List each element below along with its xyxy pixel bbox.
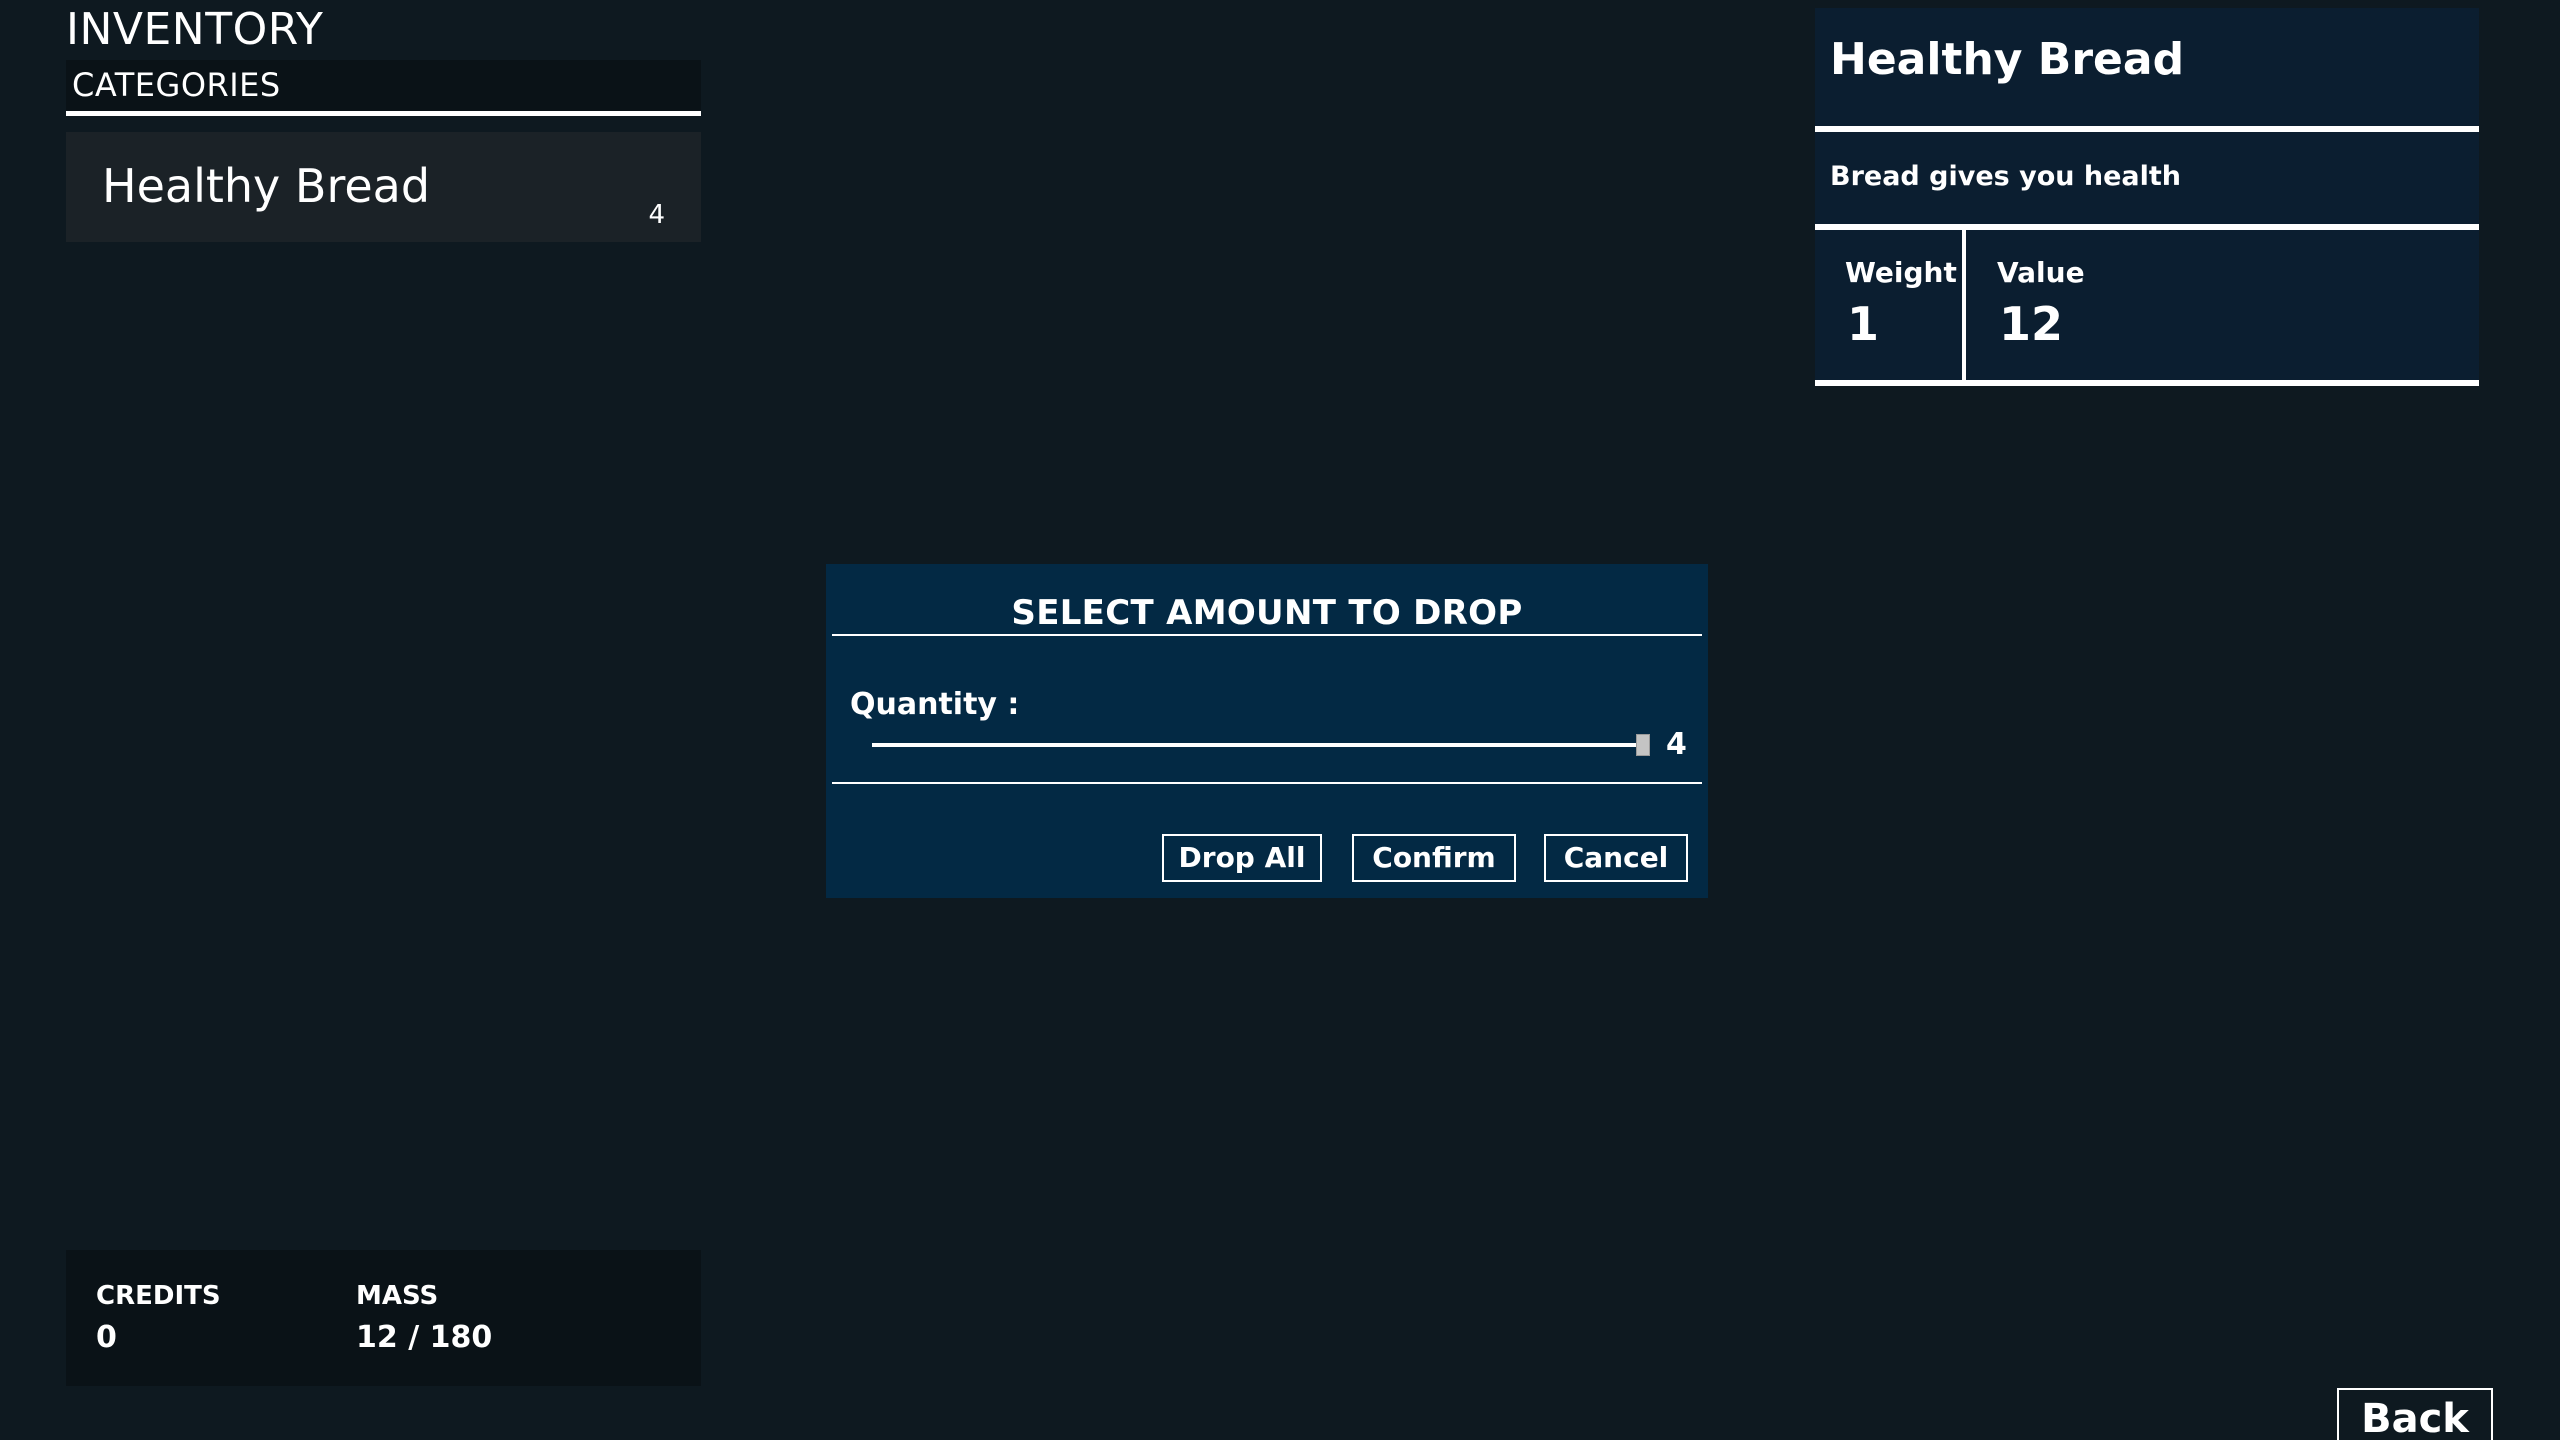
mass-label: MASS bbox=[356, 1281, 439, 1311]
detail-stats-section: Weight 1 Value 12 bbox=[1815, 230, 2479, 386]
dialog-title: SELECT AMOUNT TO DROP bbox=[1011, 593, 1523, 633]
confirm-button[interactable]: Confirm bbox=[1352, 834, 1516, 882]
item-name: Healthy Bread bbox=[102, 159, 431, 213]
credits-stat: CREDITS 0 bbox=[96, 1280, 221, 1358]
weight-label: Weight bbox=[1845, 256, 1957, 289]
quantity-label: Quantity : bbox=[850, 687, 1020, 722]
weight-stat: Weight 1 bbox=[1845, 256, 1957, 352]
game-inventory-screen: INVENTORY CATEGORIES Healthy Bread 4 CRE… bbox=[0, 0, 2560, 1440]
value-label: Value bbox=[1997, 256, 2085, 289]
drop-all-button[interactable]: Drop All bbox=[1162, 834, 1322, 882]
back-button[interactable]: Back bbox=[2337, 1388, 2493, 1440]
item-detail-panel: Healthy Bread Bread gives you health Wei… bbox=[1815, 8, 2479, 386]
player-stats-panel: CREDITS 0 MASS 12 / 180 bbox=[66, 1250, 701, 1386]
item-count: 4 bbox=[648, 200, 665, 230]
mass-stat: MASS 12 / 180 bbox=[356, 1280, 492, 1358]
dialog-divider-bottom bbox=[832, 782, 1702, 784]
credits-label: CREDITS bbox=[96, 1281, 221, 1311]
detail-stats-divider bbox=[1962, 230, 1966, 380]
dialog-divider-top bbox=[832, 634, 1702, 636]
value-stat: Value 12 bbox=[1997, 256, 2085, 352]
categories-label: CATEGORIES bbox=[72, 66, 281, 104]
inventory-title: INVENTORY bbox=[66, 4, 324, 55]
detail-description-section: Bread gives you health bbox=[1815, 132, 2479, 230]
detail-title-section: Healthy Bread bbox=[1815, 8, 2479, 132]
value-value: 12 bbox=[1999, 297, 2064, 351]
categories-header[interactable]: CATEGORIES bbox=[66, 60, 701, 116]
quantity-slider-handle[interactable] bbox=[1636, 734, 1650, 756]
quantity-slider[interactable] bbox=[872, 734, 1650, 756]
mass-value: 12 / 180 bbox=[356, 1320, 493, 1355]
quantity-value: 4 bbox=[1666, 727, 1687, 762]
weight-value: 1 bbox=[1847, 297, 1880, 351]
credits-value: 0 bbox=[96, 1320, 117, 1355]
detail-description: Bread gives you health bbox=[1830, 161, 2182, 192]
cancel-button[interactable]: Cancel bbox=[1544, 834, 1688, 882]
drop-amount-dialog: SELECT AMOUNT TO DROP Quantity : 4 Drop … bbox=[826, 564, 1708, 898]
detail-title: Healthy Bread bbox=[1830, 34, 2185, 85]
quantity-slider-fill bbox=[872, 743, 1642, 747]
inventory-item-row[interactable]: Healthy Bread 4 bbox=[66, 132, 701, 242]
